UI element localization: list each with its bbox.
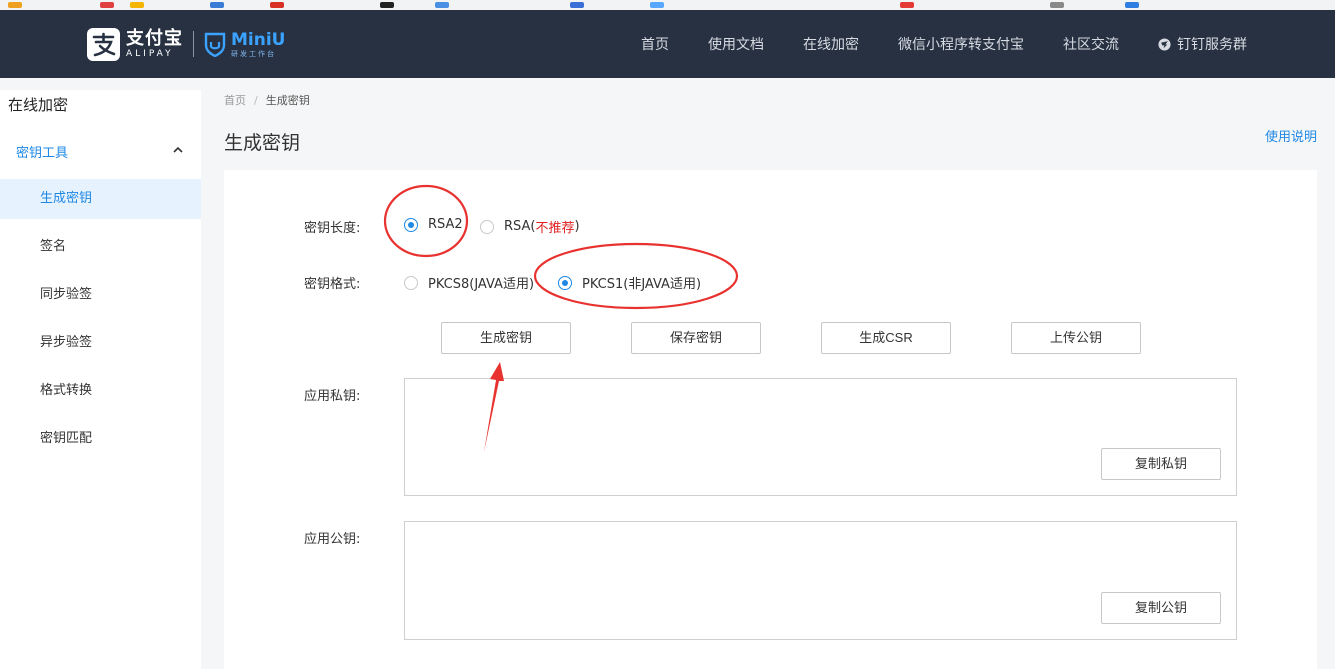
breadcrumb-separator: / — [254, 94, 258, 107]
not-recommended-text: 不推荐 — [535, 221, 575, 236]
radio-rsa-label: RSA( — [504, 219, 536, 234]
sidebar-group-key-tools[interactable]: 密钥工具 — [0, 136, 201, 166]
sidebar-title: 在线加密 — [8, 96, 69, 114]
copy-private-key-button[interactable]: 复制私钥 — [1101, 448, 1221, 480]
generate-key-button[interactable]: 生成密钥 — [441, 322, 571, 354]
radio-pkcs1-label: PKCS1(非JAVA适用) — [582, 277, 702, 292]
main-nav: 首页 使用文档 在线加密 微信小程序转支付宝 社区交流 钉钉服务群 — [602, 10, 1247, 78]
top-navbar: 支付宝 ALIPAY MiniU 研发工作台 首页 使用文档 在线加密 微信小程… — [0, 10, 1335, 78]
breadcrumb: 首页 / 生成密钥 — [224, 92, 310, 108]
breadcrumb-current: 生成密钥 — [265, 94, 310, 107]
nav-community[interactable]: 社区交流 — [1063, 34, 1119, 54]
nav-docs[interactable]: 使用文档 — [708, 34, 764, 54]
nav-online-encrypt[interactable]: 在线加密 — [803, 34, 859, 54]
bookmark-icon[interactable] — [900, 2, 914, 8]
page-title: 生成密钥 — [224, 132, 301, 154]
radio-rsa-suffix: ) — [574, 219, 580, 234]
dingtalk-icon — [1158, 37, 1171, 51]
key-length-label: 密钥长度: — [304, 221, 361, 236]
sidebar-group-label: 密钥工具 — [16, 146, 69, 161]
site-logo[interactable]: 支付宝 ALIPAY MiniU 研发工作台 — [87, 27, 285, 61]
main-content: 首页 / 生成密钥 生成密钥 使用说明 密钥长度: RSA2 RSA(不推荐) 密钥… — [201, 78, 1335, 669]
form-card: 密钥长度: RSA2 RSA(不推荐) 密钥格式: PKCS8(JAVA适用) … — [224, 170, 1317, 669]
sidebar-item-sync-verify[interactable]: 同步验签 — [0, 275, 201, 315]
private-key-label: 应用私钥: — [304, 389, 361, 404]
bookmark-icon[interactable] — [210, 2, 224, 8]
generate-csr-button[interactable]: 生成CSR — [821, 322, 951, 354]
chevron-up-icon — [173, 146, 183, 153]
sidebar-item-format-convert[interactable]: 格式转换 — [0, 371, 201, 411]
nav-dingtalk-label: 钉钉服务群 — [1177, 37, 1247, 53]
radio-pkcs1[interactable]: PKCS1(非JAVA适用) — [558, 273, 701, 292]
bookmark-icon[interactable] — [435, 2, 449, 8]
logo-english-text: ALIPAY — [126, 49, 174, 59]
logo-chinese-text: 支付宝 — [126, 28, 183, 49]
bookmark-icon[interactable] — [650, 2, 664, 8]
copy-public-key-button[interactable]: 复制公钥 — [1101, 592, 1221, 624]
radio-rsa2-label: RSA2 — [428, 217, 463, 232]
radio-rsa2[interactable]: RSA2 — [404, 217, 463, 232]
sidebar: 在线加密 密钥工具 生成密钥 签名 同步验签 异步验签 格式转换 密钥匹配 — [0, 90, 201, 669]
logo-divider — [193, 31, 194, 57]
sidebar-item-generate-key[interactable]: 生成密钥 — [0, 179, 201, 219]
radio-dot — [404, 217, 418, 232]
public-key-label: 应用公钥: — [304, 532, 361, 547]
radio-dot — [404, 275, 418, 290]
radio-rsa[interactable]: RSA(不推荐) — [480, 217, 580, 236]
key-format-label: 密钥格式: — [304, 277, 361, 292]
save-key-button[interactable]: 保存密钥 — [631, 322, 761, 354]
miniu-name: MiniU — [231, 29, 286, 50]
nav-wechat-convert[interactable]: 微信小程序转支付宝 — [898, 34, 1024, 54]
bookmark-icon[interactable] — [380, 2, 394, 8]
radio-pkcs8[interactable]: PKCS8(JAVA适用) — [404, 273, 534, 292]
bookmark-icon[interactable] — [270, 2, 284, 8]
help-link[interactable]: 使用说明 — [1265, 126, 1317, 145]
radio-dot — [558, 275, 572, 290]
upload-public-key-button[interactable]: 上传公钥 — [1011, 322, 1141, 354]
bookmark-icon[interactable] — [100, 2, 114, 8]
bookmark-icon[interactable] — [130, 2, 144, 8]
sidebar-item-sign[interactable]: 签名 — [0, 227, 201, 267]
sidebar-item-key-match[interactable]: 密钥匹配 — [0, 419, 201, 459]
bookmark-icon[interactable] — [1050, 2, 1064, 8]
radio-dot — [480, 219, 494, 234]
sidebar-item-async-verify[interactable]: 异步验签 — [0, 323, 201, 363]
miniu-shield-icon — [204, 32, 226, 57]
nav-home[interactable]: 首页 — [641, 34, 669, 54]
nav-dingtalk-group[interactable]: 钉钉服务群 — [1158, 34, 1247, 54]
bookmark-icon[interactable] — [570, 2, 584, 8]
miniu-subtitle: 研发工作台 — [231, 49, 276, 58]
breadcrumb-home[interactable]: 首页 — [224, 94, 246, 107]
bookmark-icon[interactable] — [8, 2, 22, 8]
alipay-logo-icon — [87, 27, 120, 61]
browser-bookmark-strip — [0, 0, 1335, 10]
bookmark-icon[interactable] — [1125, 2, 1139, 8]
radio-pkcs8-label: PKCS8(JAVA适用) — [428, 277, 535, 292]
